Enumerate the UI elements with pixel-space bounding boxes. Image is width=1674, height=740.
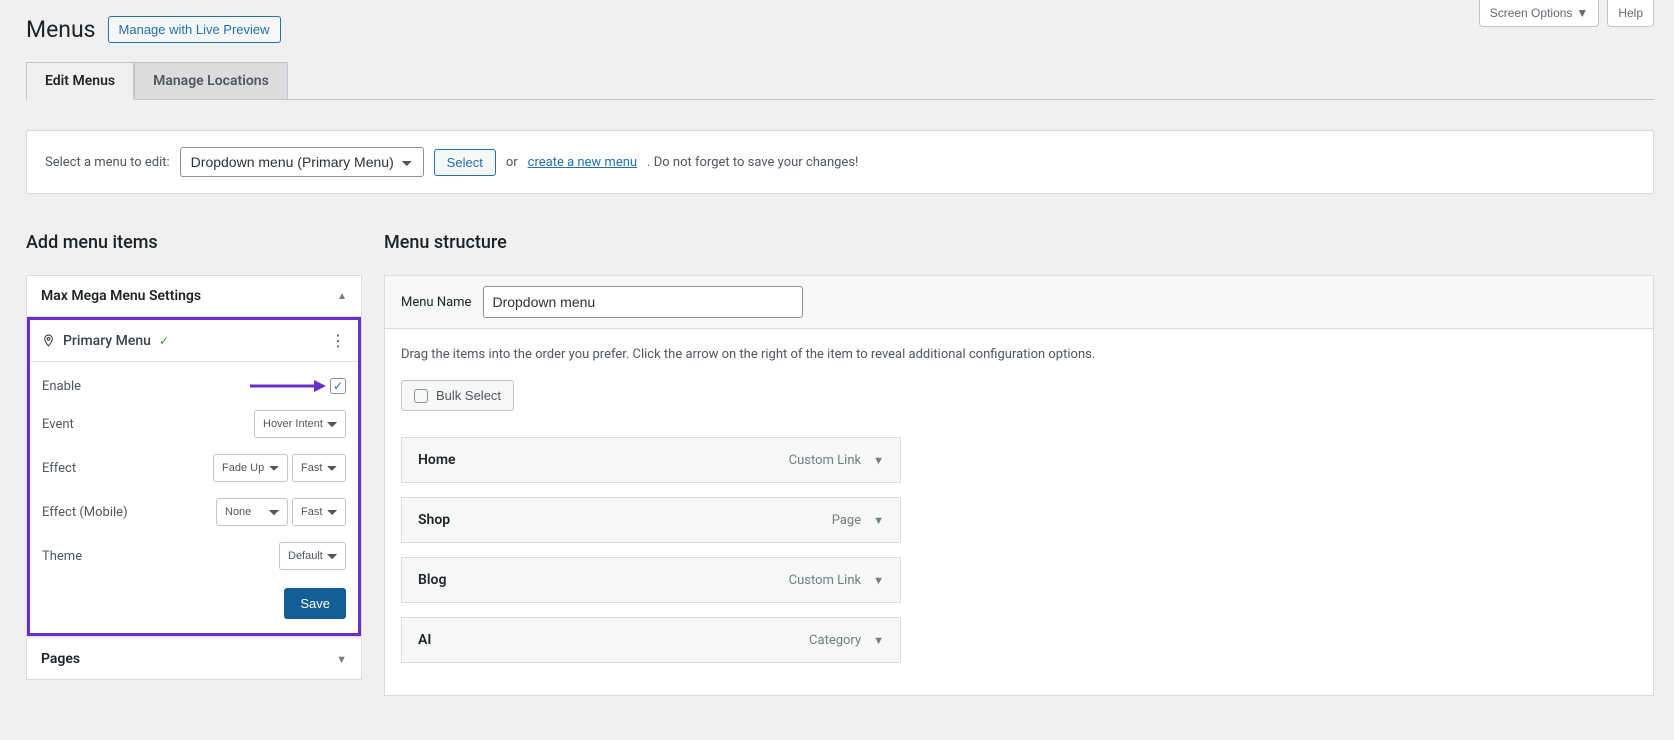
menu-select[interactable]: Dropdown menu (Primary Menu)	[180, 147, 424, 177]
caret-up-icon: ▲	[337, 291, 347, 302]
menu-structure-heading: Menu structure	[384, 232, 1654, 253]
effect-mobile-row: Effect (Mobile) None Fast	[42, 490, 346, 534]
menu-item[interactable]: AI Category ▼	[401, 617, 901, 663]
caret-down-icon[interactable]: ▼	[873, 574, 884, 587]
or-text: or	[506, 155, 518, 170]
menu-select-label: Select a menu to edit:	[45, 155, 170, 170]
effect-select[interactable]: Fade Up	[213, 454, 288, 482]
effect-row: Effect Fade Up Fast	[42, 446, 346, 490]
save-button[interactable]: Save	[284, 588, 346, 619]
live-preview-button[interactable]: Manage with Live Preview	[108, 16, 281, 43]
tab-edit-menus[interactable]: Edit Menus	[26, 62, 134, 100]
menu-item-title: Shop	[418, 512, 450, 528]
page-title: Menus	[26, 16, 96, 43]
enable-label: Enable	[42, 379, 81, 394]
help-button[interactable]: Help	[1607, 0, 1654, 27]
enable-checkbox[interactable]: ✓	[330, 378, 346, 394]
screen-options-label: Screen Options	[1490, 6, 1573, 20]
caret-down-icon[interactable]: ▼	[873, 514, 884, 527]
menu-item-title: Blog	[418, 572, 446, 588]
check-icon: ✓	[159, 334, 169, 348]
kebab-icon[interactable]: ⋮	[330, 331, 346, 350]
create-menu-link[interactable]: create a new menu	[528, 155, 637, 170]
menu-item-type: Page	[832, 513, 861, 528]
mega-menu-settings-body: Primary Menu ✓ ⋮ Enable ✓	[27, 317, 361, 636]
mega-menu-settings-header[interactable]: Max Mega Menu Settings ▲	[27, 276, 361, 317]
event-label: Event	[42, 417, 74, 432]
bulk-select-checkbox-icon	[414, 389, 428, 403]
menu-structure-panel: Menu Name Drag the items into the order …	[384, 275, 1654, 696]
drag-hint: Drag the items into the order you prefer…	[401, 347, 1637, 362]
arrow-right-icon	[250, 379, 326, 393]
pages-accordion-label: Pages	[41, 651, 80, 667]
theme-row: Theme Default	[42, 534, 346, 578]
enable-row: Enable ✓	[42, 370, 346, 402]
tab-manage-locations[interactable]: Manage Locations	[134, 62, 288, 100]
menu-item-title: AI	[418, 632, 431, 648]
mega-menu-location-row: Primary Menu ✓ ⋮	[30, 320, 358, 362]
menu-items-list: Home Custom Link ▼ Shop Page ▼	[401, 437, 901, 663]
bulk-select-button[interactable]: Bulk Select	[401, 380, 514, 411]
pin-icon	[42, 334, 55, 347]
menu-select-bar: Select a menu to edit: Dropdown menu (Pr…	[26, 130, 1654, 194]
menu-item[interactable]: Home Custom Link ▼	[401, 437, 901, 483]
bulk-select-label: Bulk Select	[436, 388, 501, 403]
add-menu-items-heading: Add menu items	[26, 232, 362, 253]
effect-mobile-label: Effect (Mobile)	[42, 505, 128, 520]
effect-mobile-select[interactable]: None	[216, 498, 288, 526]
caret-down-icon[interactable]: ▼	[873, 454, 884, 467]
theme-select[interactable]: Default	[279, 542, 346, 570]
pages-accordion[interactable]: Pages ▼	[26, 639, 362, 680]
theme-label: Theme	[42, 549, 82, 564]
menu-item-type: Custom Link	[789, 573, 861, 588]
mega-menu-location-label: Primary Menu	[63, 333, 151, 349]
event-select[interactable]: Hover Intent	[254, 410, 346, 438]
nav-tabs: Edit Menus Manage Locations	[26, 61, 1654, 100]
screen-options-button[interactable]: Screen Options ▼	[1479, 0, 1600, 27]
mega-menu-settings-widget: Max Mega Menu Settings ▲ Primary Menu ✓ …	[26, 275, 362, 637]
menu-name-label: Menu Name	[401, 295, 471, 310]
menu-item-type: Custom Link	[789, 453, 861, 468]
save-note: . Do not forget to save your changes!	[647, 155, 858, 170]
mega-menu-settings-title: Max Mega Menu Settings	[41, 288, 201, 304]
effect-mobile-speed-select[interactable]: Fast	[292, 498, 346, 526]
menu-item[interactable]: Shop Page ▼	[401, 497, 901, 543]
caret-down-icon: ▼	[336, 653, 347, 666]
caret-down-icon: ▼	[1576, 6, 1588, 20]
caret-down-icon[interactable]: ▼	[873, 634, 884, 647]
menu-name-input[interactable]	[483, 286, 803, 318]
select-menu-button[interactable]: Select	[434, 149, 496, 176]
effect-speed-select[interactable]: Fast	[292, 454, 346, 482]
menu-item-title: Home	[418, 452, 456, 468]
event-row: Event Hover Intent	[42, 402, 346, 446]
menu-item-type: Category	[809, 633, 861, 648]
effect-label: Effect	[42, 461, 76, 476]
menu-item[interactable]: Blog Custom Link ▼	[401, 557, 901, 603]
